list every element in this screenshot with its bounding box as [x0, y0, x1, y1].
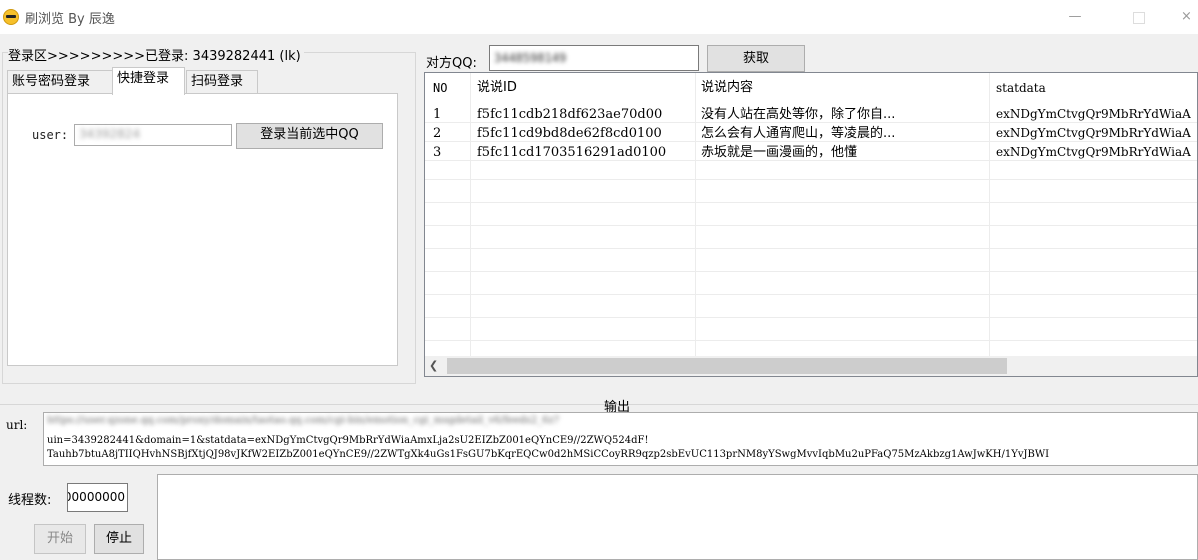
- user-select[interactable]: 34392824 ⌄: [74, 124, 297, 146]
- empty-row: [425, 209, 1197, 226]
- stop-button[interactable]: 停止: [94, 524, 144, 554]
- minimize-icon[interactable]: —: [1055, 6, 1095, 28]
- cell-content: 怎么会有人通宵爬山，等凌晨的...: [701, 126, 896, 141]
- empty-row: [425, 324, 1197, 341]
- cell-id: f5fc11cdb218df623ae70d00: [477, 107, 663, 122]
- tab-qrcode-login[interactable]: 扫码登录: [186, 70, 258, 94]
- empty-row: [425, 186, 1197, 203]
- table-row[interactable]: 1 f5fc11cdb218df623ae70d00 没有人站在高处等你，除了你…: [425, 106, 1197, 123]
- window-title: 刷浏览 By 辰逸: [25, 12, 115, 27]
- url-line: uin=3439282441&domain=1&statdata=exNDgYm…: [47, 435, 649, 446]
- cell-id: f5fc11cd1703516291ad0100: [477, 145, 667, 160]
- column-header-id[interactable]: 说说ID: [477, 73, 517, 103]
- column-header-statdata[interactable]: statdata: [996, 73, 1046, 103]
- tab-quick-login[interactable]: 快捷登录: [112, 67, 185, 95]
- url-line: https://user.qzone.qq.com/proxy/domain/t…: [47, 415, 560, 426]
- cell-content: 赤坂就是一画漫画的，他懂: [701, 145, 858, 160]
- cell-no: 3: [433, 145, 442, 160]
- cell-no: 2: [433, 126, 442, 141]
- empty-row: [425, 301, 1197, 318]
- title-bar: 刷浏览 By 辰逸 — ×: [0, 0, 1198, 34]
- column-header-content[interactable]: 说说内容: [701, 73, 753, 103]
- cell-content: 没有人站在高处等你，除了你自...: [701, 107, 896, 122]
- empty-row: [425, 232, 1197, 249]
- url-line: Tauhb7btuA8jTIIQHvhNSBjfXtjQJ98vJKfW2EIZ…: [47, 449, 1050, 460]
- log-output-box[interactable]: [157, 474, 1198, 560]
- empty-row: [425, 255, 1197, 272]
- url-output-box[interactable]: https://user.qzone.qq.com/proxy/domain/t…: [43, 412, 1198, 466]
- threads-label: 线程数:: [8, 493, 52, 508]
- login-selected-qq-button[interactable]: 登录当前选中QQ: [236, 123, 383, 149]
- table-header: NO 说说ID 说说内容 statdata: [425, 73, 1197, 104]
- cell-statdata: exNDgYmCtvgQr9MbRrYdWiaA: [996, 145, 1191, 159]
- empty-row: [425, 278, 1197, 295]
- user-label: user:: [32, 128, 69, 142]
- cell-statdata: exNDgYmCtvgQr9MbRrYdWiaA: [996, 107, 1191, 121]
- url-label: url:: [6, 418, 28, 432]
- cell-statdata: exNDgYmCtvgQr9MbRrYdWiaA: [996, 126, 1191, 140]
- close-icon[interactable]: ×: [1175, 6, 1198, 28]
- other-qq-label: 对方QQ:: [426, 56, 477, 71]
- sunglasses-emoji-icon: [3, 9, 19, 25]
- table-row[interactable]: 3 f5fc11cd1703516291ad0100 赤坂就是一画漫画的，他懂 …: [425, 144, 1197, 161]
- scroll-left-icon[interactable]: ❮: [429, 359, 438, 372]
- user-select-value: 34392824: [79, 127, 141, 141]
- other-qq-value: 3448598149: [494, 51, 567, 65]
- other-qq-input[interactable]: 3448598149: [489, 45, 699, 71]
- start-button[interactable]: 开始: [34, 524, 86, 554]
- tab-password-login[interactable]: 账号密码登录: [7, 70, 113, 94]
- cell-no: 1: [433, 107, 442, 122]
- shuoshuo-table[interactable]: NO 说说ID 说说内容 statdata 1 f5fc11cdb218df62…: [424, 72, 1198, 377]
- scrollbar-thumb[interactable]: [447, 358, 1007, 374]
- threads-value: 100000000: [68, 490, 125, 504]
- column-header-no[interactable]: NO: [433, 73, 447, 103]
- fetch-button[interactable]: 获取: [707, 45, 805, 72]
- horizontal-scrollbar[interactable]: ❮: [425, 356, 1197, 376]
- empty-row: [425, 163, 1197, 180]
- threads-input[interactable]: 100000000: [67, 483, 128, 512]
- cell-id: f5fc11cd9bd8de62f8cd0100: [477, 126, 662, 141]
- output-separator: [0, 404, 1198, 405]
- login-status-legend: 登录区>>>>>>>>>已登录: 3439282441 (lk): [8, 45, 304, 64]
- table-row[interactable]: 2 f5fc11cd9bd8de62f8cd0100 怎么会有人通宵爬山，等凌晨…: [425, 125, 1197, 142]
- maximize-icon[interactable]: [1118, 6, 1158, 28]
